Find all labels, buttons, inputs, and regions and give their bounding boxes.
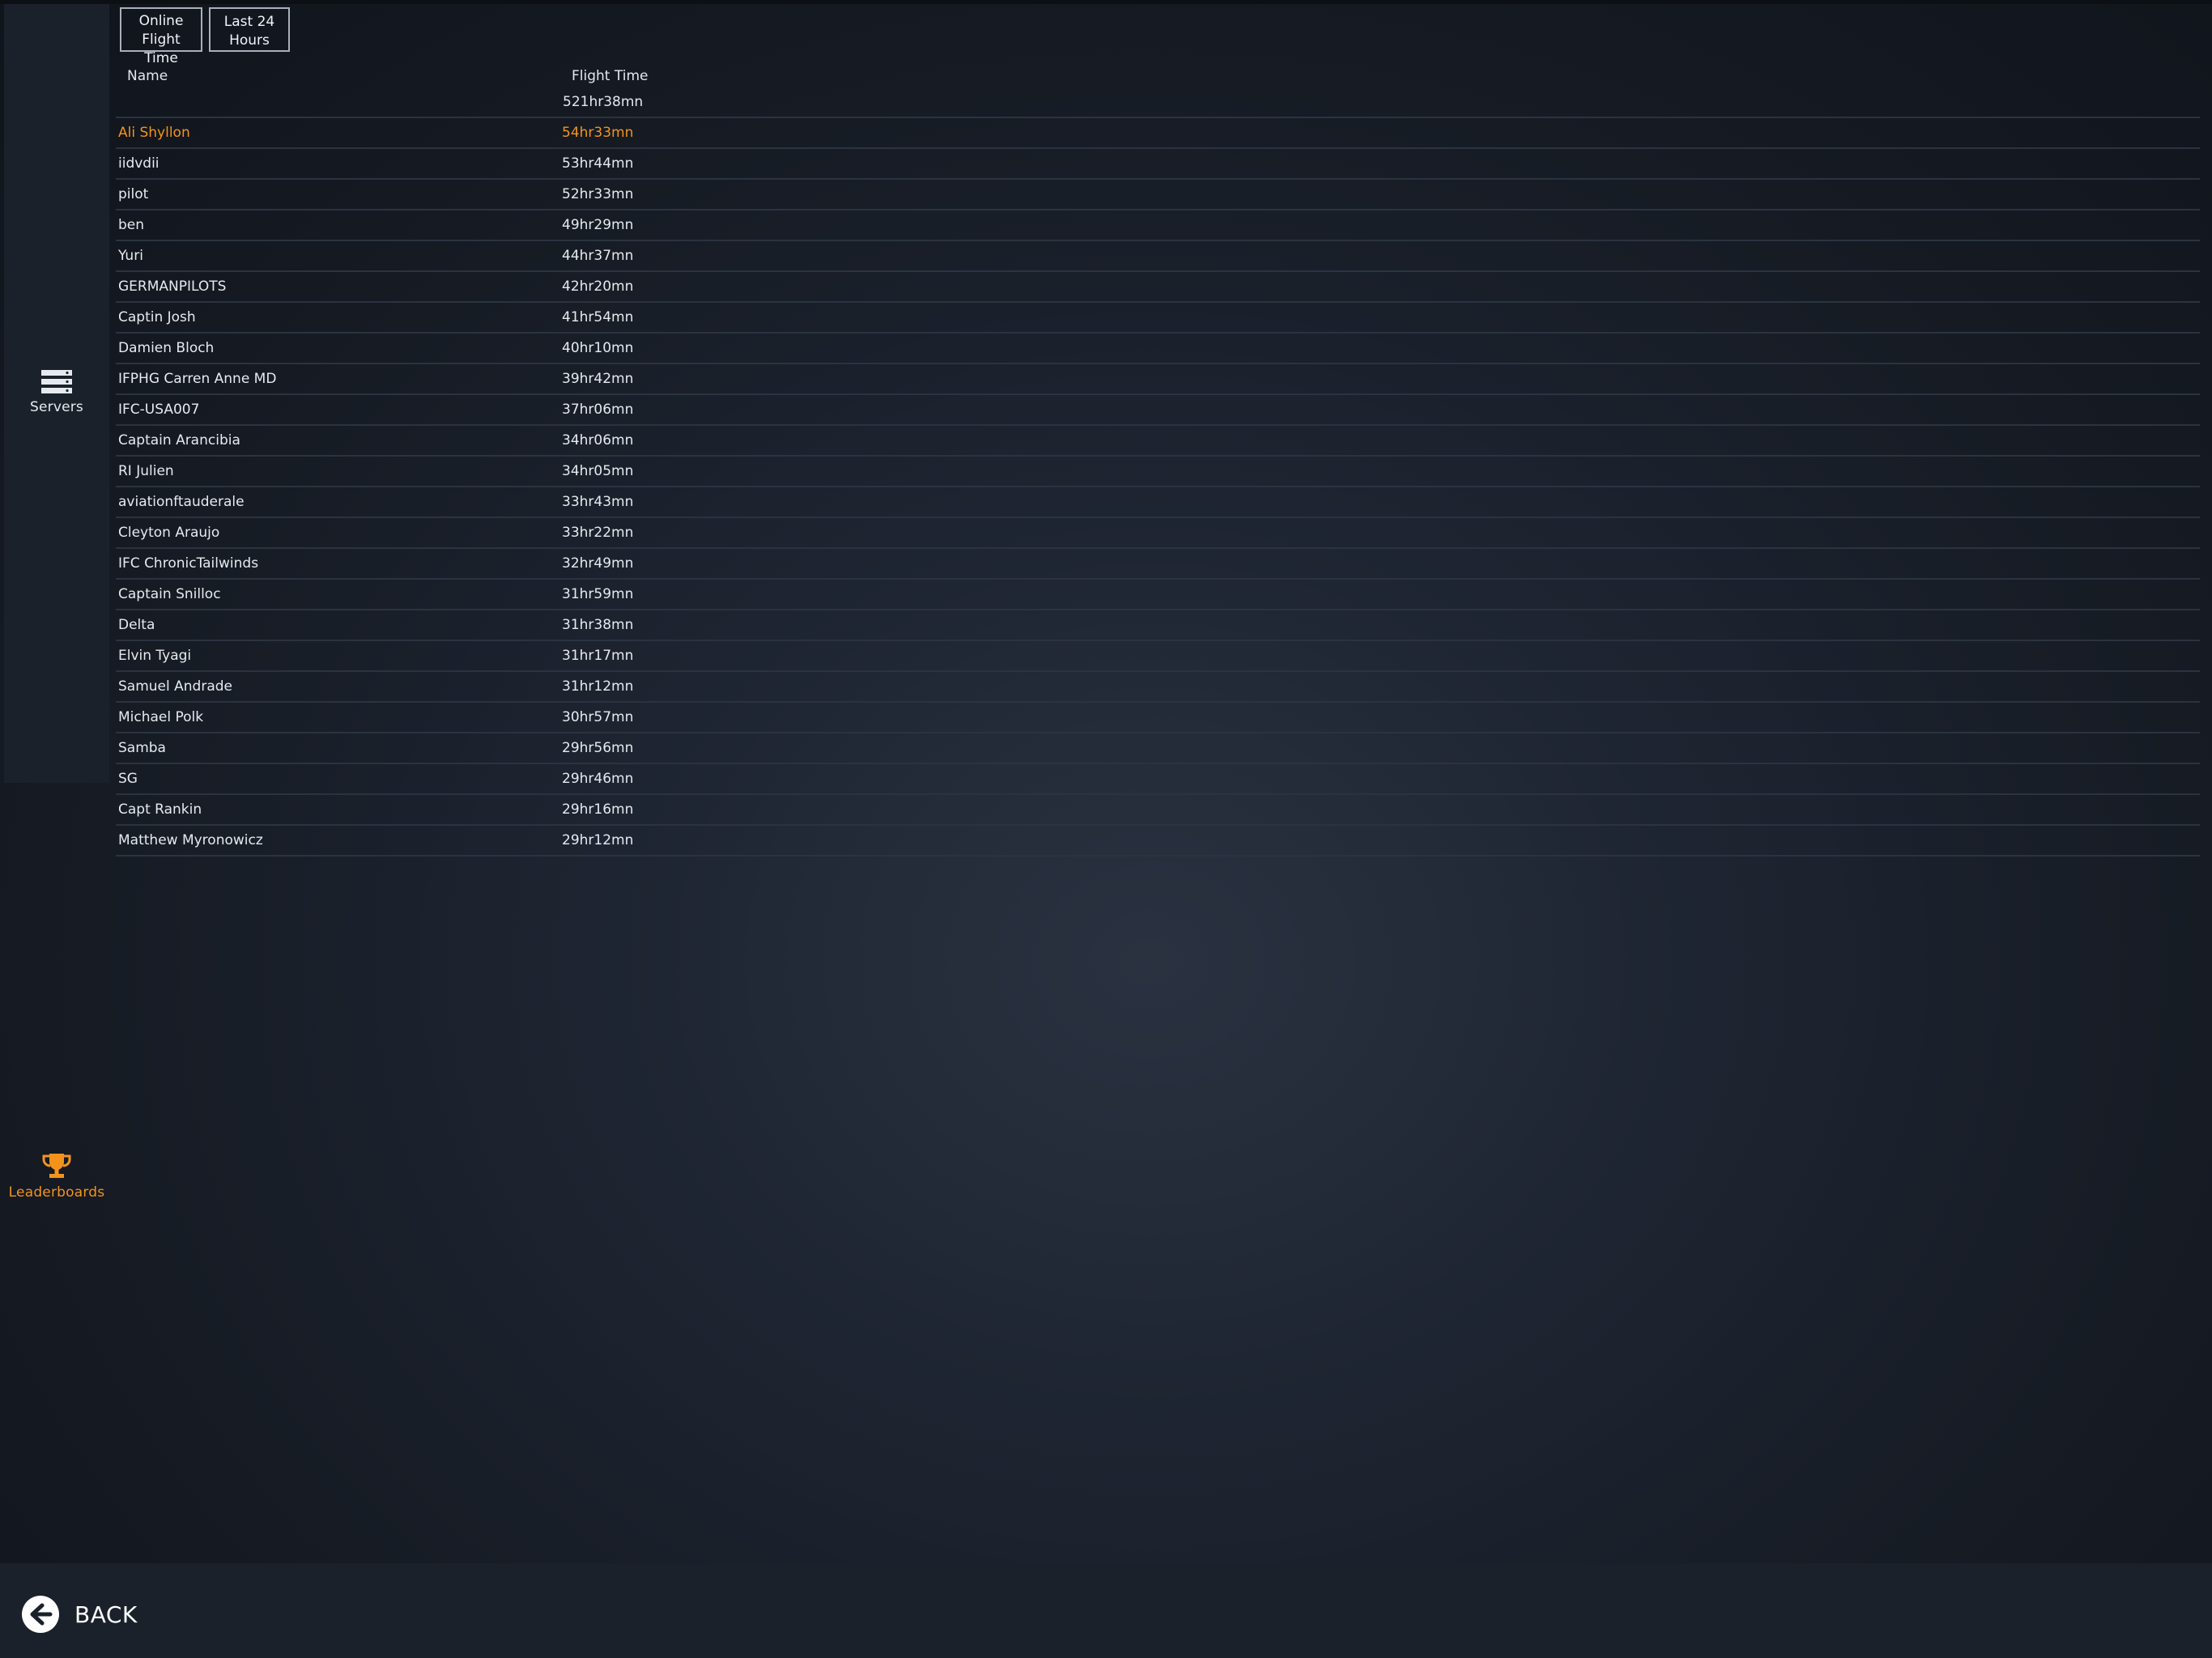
sidebar-item-label: Servers: [29, 399, 83, 415]
player-name: Samba: [118, 740, 166, 756]
player-name: ben: [118, 217, 145, 233]
player-name: Cleyton Araujo: [118, 525, 220, 541]
last-24-hours-button[interactable]: Last 24 Hours: [209, 7, 290, 52]
player-name: Yuri: [118, 248, 143, 264]
player-name: aviationftauderale: [118, 494, 245, 510]
table-row[interactable]: ben 49hr29mn: [116, 210, 2200, 241]
table-row[interactable]: RI Julien 34hr05mn: [116, 457, 2200, 487]
table-row[interactable]: Capt Rankin 29hr16mn: [116, 795, 2200, 826]
column-header-name: Name: [127, 68, 168, 84]
trophy-icon: [4, 1152, 109, 1180]
flight-time-value: 34hr05mn: [562, 463, 634, 479]
flight-time-value: 53hr44mn: [562, 155, 634, 172]
player-name: GERMANPILOTS: [118, 278, 227, 295]
table-row[interactable]: Captain Arancibia 34hr06mn: [116, 426, 2200, 457]
table-row[interactable]: Samuel Andrade 31hr12mn: [116, 672, 2200, 703]
player-name: Damien Bloch: [118, 340, 215, 356]
player-name: Samuel Andrade: [118, 678, 232, 695]
table-row[interactable]: IFC ChronicTailwinds 32hr49mn: [116, 549, 2200, 580]
table-row[interactable]: Ali Shyllon 54hr33mn: [116, 118, 2200, 149]
sidebar-item-label: Leaderboards: [8, 1184, 105, 1201]
back-button[interactable]: BACK: [21, 1594, 138, 1635]
table-row[interactable]: Captin Josh 41hr54mn: [116, 303, 2200, 334]
player-name: Captain Arancibia: [118, 432, 240, 449]
player-name: Captin Josh: [118, 309, 196, 325]
flight-time-value: 29hr16mn: [562, 801, 634, 818]
table-row[interactable]: Damien Bloch 40hr10mn: [116, 334, 2200, 364]
player-name: iidvdii: [118, 155, 160, 172]
flight-time-value: 33hr43mn: [562, 494, 634, 510]
player-name: IFC ChronicTailwinds: [118, 555, 259, 572]
sidebar-item-leaderboards[interactable]: Leaderboards: [4, 1152, 109, 1201]
button-label-line: Hours: [229, 32, 270, 49]
player-name: Ali Shyllon: [118, 125, 190, 141]
flight-time-value: 30hr57mn: [562, 709, 634, 725]
player-name: Michael Polk: [118, 709, 204, 725]
flight-time-value: 29hr56mn: [562, 740, 634, 756]
player-name: SG: [118, 771, 138, 787]
flight-time-value: 29hr12mn: [562, 832, 634, 848]
flight-time-value: 33hr22mn: [562, 525, 634, 541]
player-name: Matthew Myronowicz: [118, 832, 263, 848]
footer-bar: BACK: [0, 1563, 2212, 1658]
back-label: BACK: [74, 1601, 138, 1628]
table-row[interactable]: pilot 52hr33mn: [116, 180, 2200, 210]
table-row[interactable]: IFPHG Carren Anne MD 39hr42mn: [116, 364, 2200, 395]
table-row[interactable]: Captain Snilloc 31hr59mn: [116, 580, 2200, 610]
flight-time-value: 39hr42mn: [562, 371, 634, 387]
table-row[interactable]: Michael Polk 30hr57mn: [116, 703, 2200, 733]
table-row[interactable]: GERMANPILOTS 42hr20mn: [116, 272, 2200, 303]
flight-time-value: 44hr37mn: [562, 248, 634, 264]
flight-time-value: 32hr49mn: [562, 555, 634, 572]
flight-time-value: 49hr29mn: [562, 217, 634, 233]
window-top-border: [0, 0, 2212, 4]
table-row[interactable]: Delta 31hr38mn: [116, 610, 2200, 641]
flight-time-value: 40hr10mn: [562, 340, 634, 356]
player-name: Delta: [118, 617, 155, 633]
flight-time-value: 54hr33mn: [562, 125, 634, 141]
flight-time-value: 31hr12mn: [562, 678, 634, 695]
online-flight-time-button[interactable]: Online Flight Time: [120, 7, 202, 66]
total-flight-time: 521hr38mn: [563, 94, 644, 110]
button-label-line: Last 24: [223, 13, 275, 30]
player-name: pilot: [118, 186, 149, 202]
flight-time-value: 37hr06mn: [562, 402, 634, 418]
flight-time-value: 29hr46mn: [562, 771, 634, 787]
table-row[interactable]: Cleyton Araujo 33hr22mn: [116, 518, 2200, 549]
flight-time-value: 52hr33mn: [562, 186, 634, 202]
flight-time-value: 34hr06mn: [562, 432, 634, 449]
flight-time-value: 41hr54mn: [562, 309, 634, 325]
table-row[interactable]: Samba 29hr56mn: [116, 733, 2200, 764]
table-row[interactable]: IFC-USA007 37hr06mn: [116, 395, 2200, 426]
player-name: IFC-USA007: [118, 402, 200, 418]
column-header-flight-time: Flight Time: [572, 68, 649, 84]
player-name: IFPHG Carren Anne MD: [118, 371, 277, 387]
table-row[interactable]: aviationftauderale 33hr43mn: [116, 487, 2200, 518]
player-name: Captain Snilloc: [118, 586, 221, 602]
player-name: Elvin Tyagi: [118, 648, 192, 664]
flight-time-value: 31hr17mn: [562, 648, 634, 664]
table-row[interactable]: Yuri 44hr37mn: [116, 241, 2200, 272]
table-row[interactable]: Elvin Tyagi 31hr17mn: [116, 641, 2200, 672]
player-name: Capt Rankin: [118, 801, 202, 818]
flight-time-value: 42hr20mn: [562, 278, 634, 295]
server-icon: [4, 370, 109, 394]
button-label-line: Online: [138, 13, 184, 29]
player-name: RI Julien: [118, 463, 174, 479]
button-label-line: Flight Time: [142, 32, 181, 66]
sidebar: Servers Leaderboards: [4, 4, 109, 1201]
table-row[interactable]: SG 29hr46mn: [116, 764, 2200, 795]
back-arrow-icon: [22, 1596, 59, 1633]
sidebar-item-servers[interactable]: Servers: [4, 370, 109, 415]
flight-time-value: 31hr59mn: [562, 586, 634, 602]
table-row[interactable]: Matthew Myronowicz 29hr12mn: [116, 826, 2200, 857]
table-row[interactable]: iidvdii 53hr44mn: [116, 149, 2200, 180]
flight-time-value: 31hr38mn: [562, 617, 634, 633]
